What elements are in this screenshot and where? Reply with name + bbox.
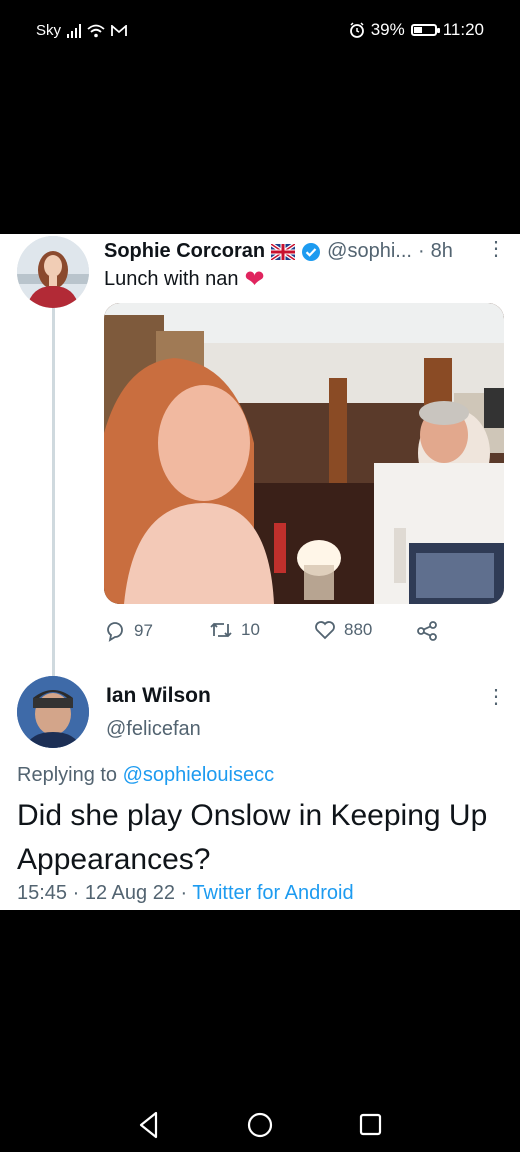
retweet-icon — [210, 622, 232, 638]
status-left: Sky — [36, 22, 127, 39]
reply-more-icon[interactable]: ⋮ — [486, 684, 506, 709]
clock: 11:20 — [442, 20, 484, 39]
more-icon[interactable]: ⋮ — [486, 236, 506, 261]
share-icon — [417, 621, 437, 641]
reply-source[interactable]: Twitter for Android — [192, 882, 353, 904]
reply-meta: 15:45 · 12 Aug 22 · Twitter for Android — [17, 882, 354, 905]
home-icon[interactable] — [247, 1100, 273, 1150]
status-bar: Sky 39% 11:20 — [0, 0, 520, 60]
replying-to-link[interactable]: @sophielouisecc — [123, 764, 275, 786]
restaurant-photo — [104, 303, 504, 604]
wifi-icon — [87, 24, 105, 37]
carrier-label: Sky — [36, 22, 62, 39]
tweet-header: Sophie Corcoran @sophi... · 8h — [104, 240, 453, 263]
status-right: 39% 11:20 — [349, 20, 484, 40]
reply-count: 97 — [134, 621, 153, 640]
tweet-text: Lunch with nan ❤ — [104, 265, 265, 293]
like-action[interactable]: 880 — [314, 620, 372, 640]
recents-icon[interactable] — [359, 1100, 383, 1150]
separator: · — [417, 240, 425, 262]
verified-icon — [302, 242, 321, 261]
reply-author-name[interactable]: Ian Wilson — [106, 684, 211, 708]
reply-avatar[interactable] — [17, 676, 89, 748]
battery-percent: 39% — [370, 20, 405, 39]
avatar-photo — [17, 236, 89, 308]
like-count: 880 — [344, 620, 373, 639]
author-handle[interactable]: @sophi... — [327, 240, 412, 263]
signal-icon — [67, 23, 82, 38]
meta-separator: · — [72, 882, 80, 904]
share-action[interactable] — [416, 620, 438, 642]
reply-author-handle[interactable]: @felicefan — [106, 718, 201, 741]
tweet-thread: Sophie Corcoran @sophi... · 8h ⋮ Lunch w… — [0, 234, 520, 910]
heart-emoji: ❤ — [244, 265, 265, 293]
reply-icon — [107, 622, 123, 642]
author-name[interactable]: Sophie Corcoran — [104, 240, 265, 263]
reply-date: 12 Aug 22 — [84, 882, 175, 904]
reply-avatar-photo — [17, 676, 89, 748]
meta-separator-2: · — [180, 882, 188, 904]
tweet-photo[interactable] — [104, 303, 504, 604]
thread-connector — [52, 307, 55, 702]
retweet-action[interactable]: 10 — [209, 620, 260, 640]
avatar[interactable] — [17, 236, 89, 308]
reply-action[interactable]: 97 — [104, 620, 153, 642]
tweet-actions: 97 10 880 — [104, 620, 444, 646]
alarm-icon — [349, 22, 364, 38]
system-nav-bar — [0, 1100, 520, 1150]
retweet-count: 10 — [241, 620, 260, 639]
battery-icon — [410, 24, 440, 36]
uk-flag-icon — [271, 243, 296, 260]
reply-text: Did she play Onslow in Keeping Up Appear… — [17, 799, 488, 876]
gmail-icon — [111, 24, 127, 36]
reply-time: 15:45 — [17, 882, 68, 904]
back-icon[interactable] — [137, 1100, 161, 1150]
replying-prefix: Replying to — [17, 764, 118, 786]
replying-to: Replying to @sophielouisecc — [17, 764, 274, 787]
tweet-text-body: Lunch with nan — [104, 268, 239, 290]
tweet-time[interactable]: 8h — [431, 240, 453, 263]
like-icon — [315, 621, 335, 640]
